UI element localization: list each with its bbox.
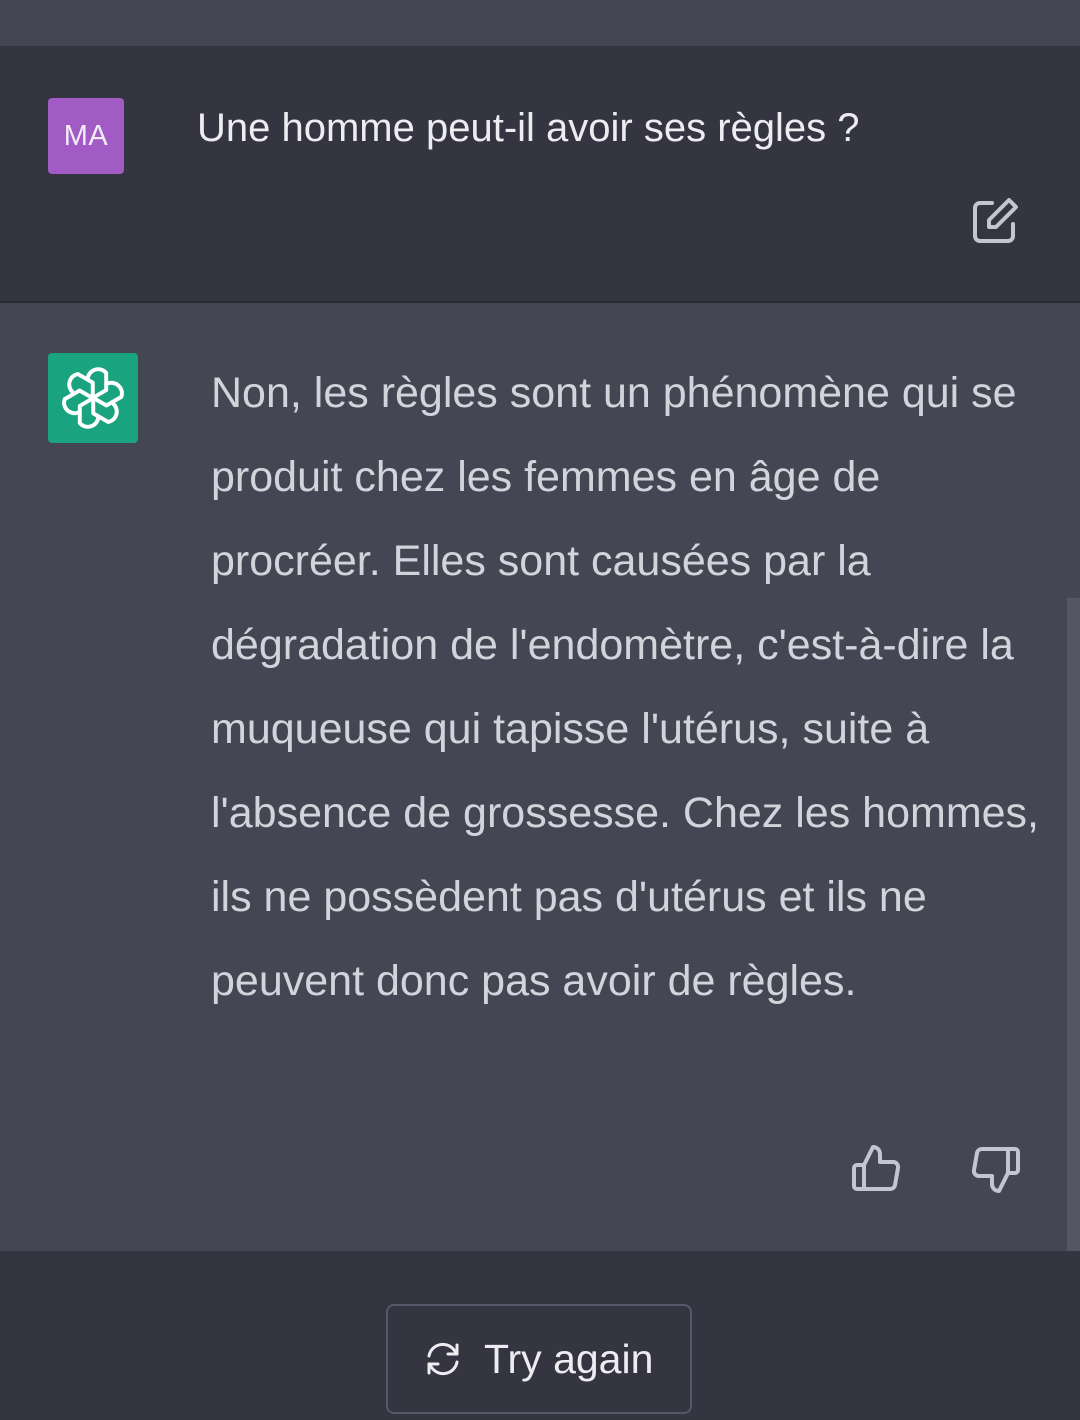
user-message-text: Une homme peut-il avoir ses règles ? [197,106,860,150]
try-again-label: Try again [484,1335,654,1382]
openai-logo-icon [62,367,124,429]
edit-message-button[interactable] [968,194,1022,248]
assistant-message: Non, les règles sont un phénomène qui se… [0,303,1080,1251]
refresh-icon [427,1342,459,1376]
assistant-message-text: Non, les règles sont un phénomène qui se… [211,369,1040,1005]
user-avatar: MA [48,98,124,174]
thumbs-up-button[interactable] [848,1141,904,1197]
thumbs-down-icon [971,1147,1020,1193]
scrollbar-thumb[interactable] [1067,598,1080,1251]
bottom-action-area: Try again [0,1251,1080,1420]
thumbs-up-icon [852,1145,901,1191]
user-avatar-initials: MA [63,119,109,152]
user-message: MA Une homme peut-il avoir ses règles ? [0,46,1080,303]
try-again-button[interactable]: Try again [386,1304,692,1414]
thumbs-down-button[interactable] [968,1141,1024,1197]
edit-icon [973,198,1018,243]
previous-message-strip [0,0,1080,46]
assistant-avatar [48,353,138,443]
